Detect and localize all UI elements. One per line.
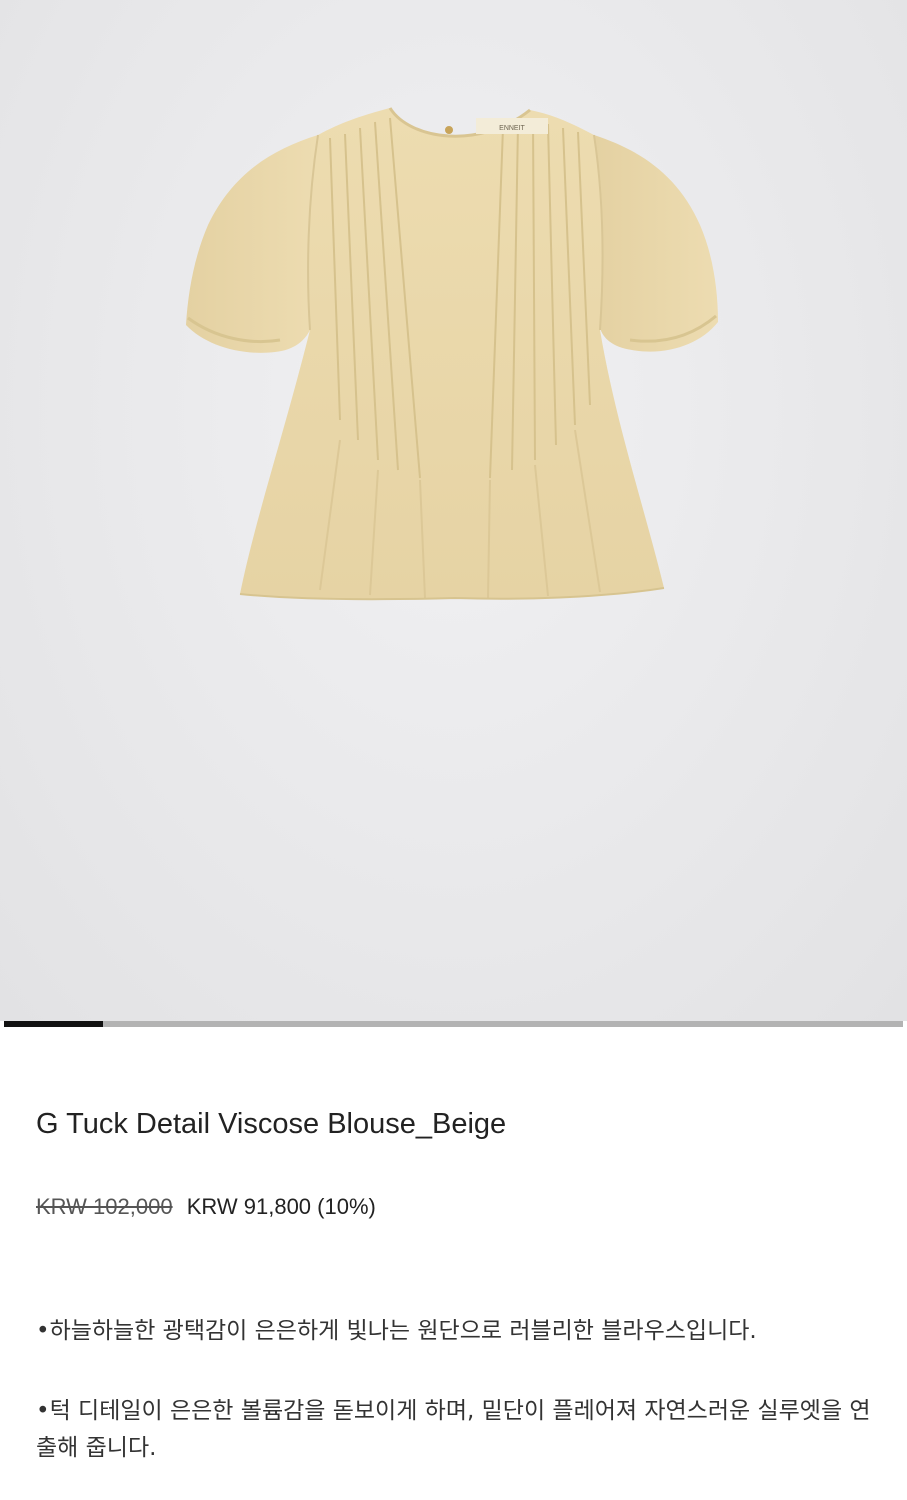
product-image-gallery[interactable]: ENNEIT — [0, 0, 907, 1021]
price-row: KRW 102,000 KRW 91,800 (10%) — [36, 1194, 376, 1220]
garment-label-text: ENNEIT — [499, 125, 525, 132]
product-title: G Tuck Detail Viscose Blouse_Beige — [36, 1108, 507, 1140]
description-line-2: •턱 디테일이 은은한 볼륨감을 돋보이게 하며, 밑단이 플레어져 자연스러운… — [36, 1398, 871, 1461]
gallery-progress-fill — [4, 1021, 103, 1027]
gallery-progress-bar — [4, 1021, 903, 1027]
left-sleeve — [186, 135, 318, 353]
button — [445, 126, 453, 134]
original-price: KRW 102,000 — [36, 1194, 173, 1219]
sale-price: KRW 91,800 (10%) — [186, 1194, 376, 1219]
description-line-1: •하늘하늘한 광택감이 은은하게 빛나는 원단으로 러블리한 블라우스입니다. — [36, 1318, 757, 1344]
product-image: ENNEIT — [186, 107, 718, 601]
right-sleeve — [594, 135, 718, 352]
